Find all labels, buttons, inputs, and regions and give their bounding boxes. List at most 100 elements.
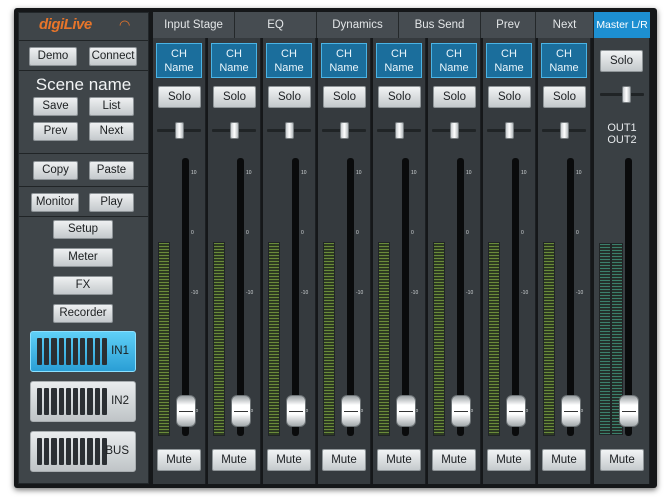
fader-scale-label: 0 — [191, 230, 194, 236]
source-label: IN1 — [111, 345, 129, 357]
fader-knob[interactable] — [506, 395, 526, 427]
level-meter — [378, 242, 390, 436]
level-meter — [433, 242, 445, 436]
fader-scale-label: 10 — [466, 170, 472, 176]
fader-scale-label: -10 — [301, 290, 309, 296]
scene-name: Scene name — [35, 75, 132, 94]
channel-name[interactable]: CH Name — [376, 43, 422, 78]
scene-prev-button[interactable]: Prev — [33, 122, 78, 141]
play-button[interactable]: Play — [89, 193, 134, 212]
fader-bank-icon — [37, 338, 108, 365]
fader-knob[interactable] — [451, 395, 471, 427]
tab-dynamics[interactable]: Dynamics — [317, 12, 399, 38]
scene-next-button[interactable]: Next — [89, 122, 134, 141]
mute-button[interactable]: Mute — [322, 449, 366, 471]
fader-scale-label: 10 — [521, 170, 527, 176]
list-button[interactable]: List — [89, 97, 134, 116]
level-meter — [268, 242, 280, 436]
mute-button[interactable]: Mute — [487, 449, 531, 471]
mute-button[interactable]: Mute — [267, 449, 311, 471]
solo-button[interactable]: Solo — [268, 86, 311, 108]
channel-name[interactable]: CH Name — [321, 43, 367, 78]
demo-button[interactable]: Demo — [29, 47, 77, 66]
tab-bus-send[interactable]: Bus Send — [399, 12, 481, 38]
mute-button[interactable]: Mute — [157, 449, 201, 471]
channel-strip: CH NameSolo100-10-ooMute — [318, 38, 371, 484]
meter-button[interactable]: Meter — [53, 248, 113, 267]
fader-knob[interactable] — [286, 395, 306, 427]
fader-scale-label: 0 — [576, 230, 579, 236]
fader-scale-label: 10 — [191, 170, 197, 176]
fader-scale-label: 0 — [411, 230, 414, 236]
solo-button[interactable]: Solo — [433, 86, 476, 108]
mute-button[interactable]: Mute — [377, 449, 421, 471]
solo-button[interactable]: Solo — [378, 86, 421, 108]
solo-button[interactable]: Solo — [158, 86, 201, 108]
master-fader-knob[interactable] — [619, 395, 639, 427]
setup-button[interactable]: Setup — [53, 220, 113, 239]
source-in1[interactable]: IN1 — [30, 331, 136, 372]
tab-prev[interactable]: Prev — [481, 12, 536, 38]
channel-name[interactable]: CH Name — [431, 43, 477, 78]
save-button[interactable]: Save — [33, 97, 78, 116]
master-out1-label: OUT1 — [607, 122, 637, 134]
master-strip: Solo OUT1 OUT2 Mute — [594, 38, 650, 484]
fader-scale-label: -10 — [521, 290, 529, 296]
fader-knob[interactable] — [396, 395, 416, 427]
channel-name[interactable]: CH Name — [266, 43, 312, 78]
fader-knob[interactable] — [341, 395, 361, 427]
source-in2[interactable]: IN2 — [30, 381, 136, 422]
tab-master-lr[interactable]: Master L/R — [594, 12, 650, 38]
tab-next[interactable]: Next — [536, 12, 594, 38]
master-solo-button[interactable]: Solo — [600, 50, 643, 72]
pan-knob[interactable] — [395, 122, 404, 139]
channel-name[interactable]: CH Name — [211, 43, 257, 78]
fader-knob[interactable] — [231, 395, 251, 427]
paste-button[interactable]: Paste — [89, 161, 134, 180]
channel-strip: CH NameSolo100-10-ooMute — [483, 38, 536, 484]
channel-name[interactable]: CH Name — [486, 43, 532, 78]
solo-button[interactable]: Solo — [488, 86, 531, 108]
fader-knob[interactable] — [561, 395, 581, 427]
fader-scale-label: 10 — [246, 170, 252, 176]
pan-knob[interactable] — [175, 122, 184, 139]
tab-eq[interactable]: EQ — [235, 12, 317, 38]
recorder-button[interactable]: Recorder — [53, 304, 113, 323]
tab-bar: Input Stage EQ Dynamics Bus Send Prev Ne… — [153, 12, 594, 38]
master-balance-knob[interactable] — [622, 86, 631, 103]
master-mute-button[interactable]: Mute — [600, 449, 644, 471]
fader-scale-label: 0 — [521, 230, 524, 236]
copy-button[interactable]: Copy — [33, 161, 78, 180]
channel-name[interactable]: CH Name — [156, 43, 202, 78]
wifi-icon: ◠ — [119, 17, 131, 32]
pan-knob[interactable] — [505, 122, 514, 139]
solo-button[interactable]: Solo — [213, 86, 256, 108]
pan-knob[interactable] — [285, 122, 294, 139]
fader-scale-label: 10 — [301, 170, 307, 176]
solo-button[interactable]: Solo — [543, 86, 586, 108]
pan-knob[interactable] — [560, 122, 569, 139]
pan-knob[interactable] — [450, 122, 459, 139]
clipboard-section: Copy Paste — [19, 154, 148, 187]
connect-button[interactable]: Connect — [89, 47, 137, 66]
mute-button[interactable]: Mute — [212, 449, 256, 471]
pan-knob[interactable] — [340, 122, 349, 139]
mute-button[interactable]: Mute — [432, 449, 476, 471]
sidebar: digiLive ◠ Demo Connect Scene name Save … — [18, 12, 149, 484]
fader-scale-label: -10 — [466, 290, 474, 296]
source-bus[interactable]: BUS — [30, 431, 136, 472]
fader-scale-label: 0 — [356, 230, 359, 236]
fx-button[interactable]: FX — [53, 276, 113, 295]
pan-knob[interactable] — [230, 122, 239, 139]
level-meter — [543, 242, 555, 436]
channel-strip: CH NameSolo100-10-ooMute — [153, 38, 206, 484]
fader-scale-label: -10 — [576, 290, 584, 296]
monitor-button[interactable]: Monitor — [31, 193, 79, 212]
fader-scale-label: 10 — [576, 170, 582, 176]
fader-knob[interactable] — [176, 395, 196, 427]
solo-button[interactable]: Solo — [323, 86, 366, 108]
mute-button[interactable]: Mute — [542, 449, 586, 471]
tab-input-stage[interactable]: Input Stage — [153, 12, 235, 38]
channel-name[interactable]: CH Name — [541, 43, 587, 78]
scene-section: Scene name Save List Prev Next — [19, 71, 148, 154]
